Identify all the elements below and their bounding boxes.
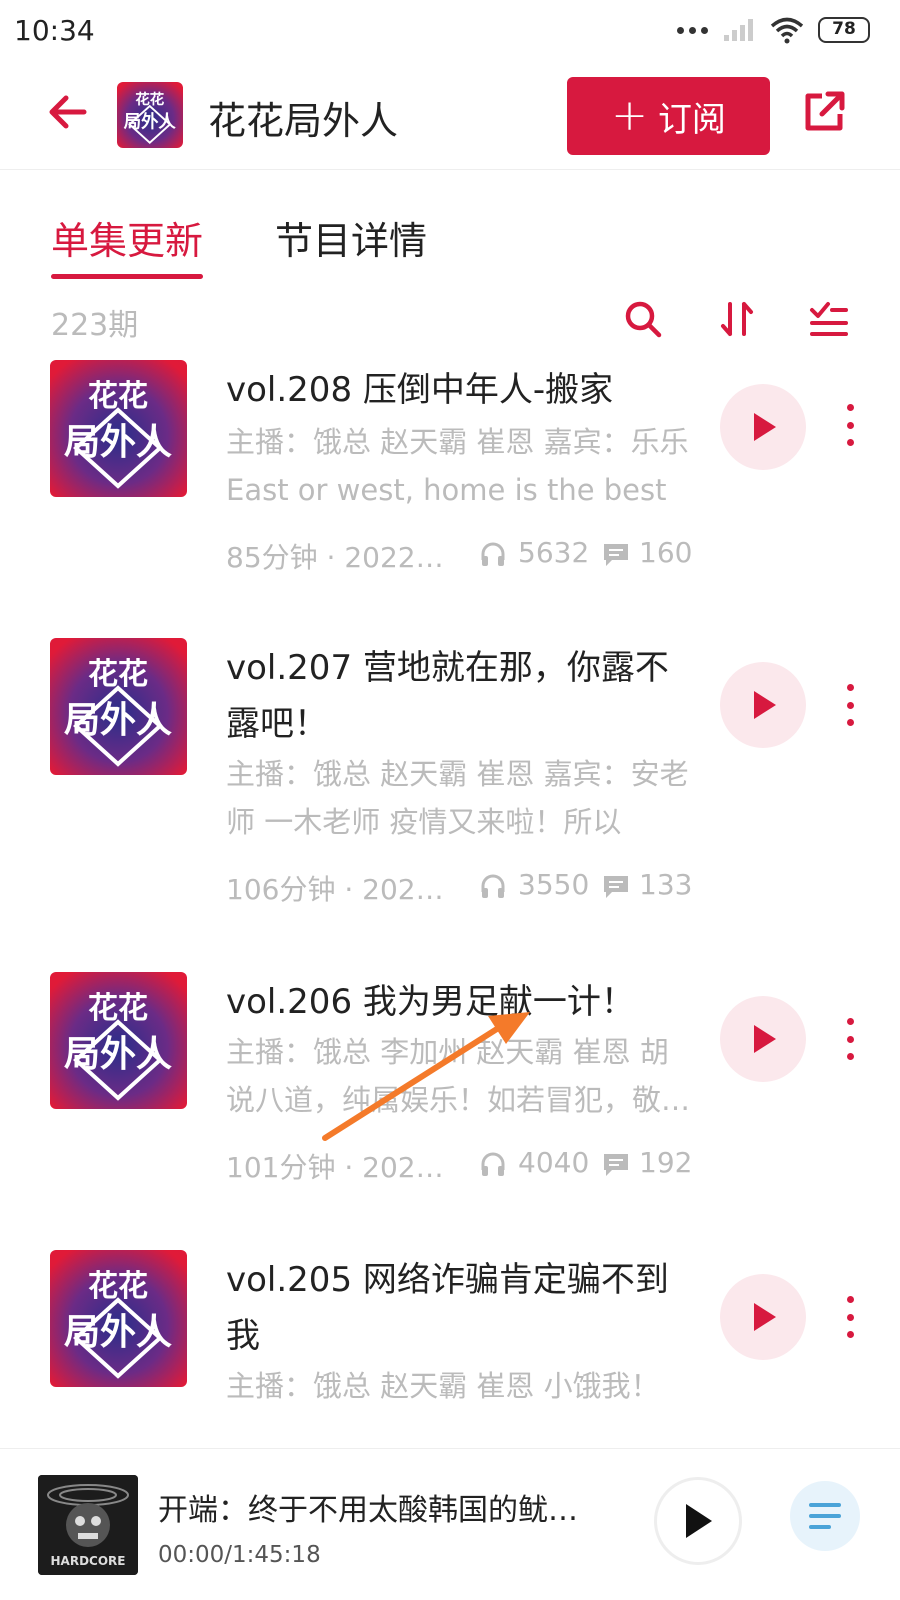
episode-comments: 133: [639, 868, 693, 901]
episode-title: vol.206 我为男足献一计！: [226, 982, 635, 1022]
signal-icon: [724, 19, 753, 41]
svg-text:花花: 花花: [88, 991, 148, 1026]
episode-title: vol.207 营地就在那，你露不露吧！: [226, 648, 669, 744]
header: 花花 局外人 花花局外人 + 订阅: [0, 62, 900, 170]
tab-bar: 单集更新 节目详情: [0, 200, 900, 280]
more-icon[interactable]: [838, 1292, 862, 1342]
podcast-logo: 花花 局外人: [117, 82, 183, 148]
podcast-logo: 花花 局外人: [50, 360, 187, 497]
wifi-icon: [770, 17, 804, 44]
episode-description: 主播：饿总 赵天霸 崔恩 嘉宾：乐乐 East or west, home is…: [226, 425, 689, 507]
episode-cover: 花花 局外人: [50, 1250, 187, 1387]
podcast-logo: 花花 局外人: [50, 1250, 187, 1387]
playlist-icon: [809, 1503, 841, 1529]
play-icon: [754, 1025, 776, 1053]
comment-icon: [604, 544, 628, 566]
episode-cover: 花花 局外人: [50, 638, 187, 775]
battery-indicator: 78: [818, 17, 870, 43]
svg-text:局外人: 局外人: [124, 111, 177, 132]
episode-duration: 85分钟 · 2022/...: [226, 541, 448, 574]
svg-text:局外人: 局外人: [64, 1034, 172, 1075]
comment-icon: [604, 876, 628, 898]
play-icon: [686, 1504, 712, 1538]
play-icon: [754, 413, 776, 441]
now-playing-title: 开端：终于不用太酸韩国的鱿鱼游戏了: [158, 1493, 598, 1528]
episode-duration: 106分钟 · 2022...: [226, 873, 448, 906]
headphones-icon: [481, 1152, 505, 1176]
subscribe-button[interactable]: + 订阅: [567, 77, 770, 155]
episode-meta: 101分钟 · 2022... 4040 192: [226, 1146, 696, 1186]
episode-meta: 106分钟 · 2022... 3550 133: [226, 868, 696, 908]
svg-text:花花: 花花: [135, 90, 164, 108]
playlist-button[interactable]: [790, 1481, 860, 1551]
play-icon: [754, 1303, 776, 1331]
mini-player[interactable]: HARDCORE 开端：终于不用太酸韩国的鱿鱼游戏了 00:00/1:45:18: [0, 1448, 900, 1600]
more-icon[interactable]: [838, 680, 862, 730]
mini-play-button[interactable]: [654, 1477, 742, 1565]
svg-text:局外人: 局外人: [64, 700, 172, 741]
episode-description: 主播：饿总 赵天霸 崔恩 小饿我！: [226, 1369, 660, 1403]
episode-plays: 4040: [518, 1146, 590, 1179]
episode-duration: 101分钟 · 2022...: [226, 1151, 448, 1184]
search-icon[interactable]: [622, 298, 664, 340]
episode-comments: 160: [639, 536, 693, 569]
podcast-logo: 花花 局外人: [50, 972, 187, 1109]
svg-text:局外人: 局外人: [64, 1312, 172, 1353]
episode-description: 主播：饿总 赵天霸 崔恩 嘉宾：安老师 一木老师 疫情又来啦！所以: [226, 757, 689, 839]
play-icon: [754, 691, 776, 719]
svg-text:HARDCORE: HARDCORE: [51, 1554, 126, 1568]
subscribe-label: 订阅: [657, 99, 726, 140]
multi-select-icon[interactable]: [808, 298, 850, 340]
tab-details[interactable]: 节目详情: [275, 210, 427, 265]
more-notifications-icon: [677, 26, 708, 34]
status-icons: 78: [677, 16, 870, 44]
episode-plays: 3550: [518, 868, 590, 901]
status-time: 10:34: [14, 14, 95, 47]
headphones-icon: [481, 874, 505, 898]
episode-count: 223期: [51, 308, 139, 343]
episode-cover: 花花 局外人: [50, 972, 187, 1109]
svg-text:花花: 花花: [88, 1269, 148, 1304]
podcast-cover: 花花 局外人: [117, 82, 183, 148]
episode-meta: 85分钟 · 2022/... 5632 160: [226, 536, 696, 576]
hardcore-logo: HARDCORE: [38, 1475, 138, 1575]
svg-text:花花: 花花: [88, 657, 148, 692]
status-bar: 10:34 78: [0, 0, 900, 62]
plus-icon: +: [611, 90, 648, 141]
episode-title: vol.208 压倒中年人-搬家: [226, 370, 614, 410]
share-icon[interactable]: [800, 88, 848, 136]
podcast-logo: 花花 局外人: [50, 638, 187, 775]
podcast-title: 花花局外人: [208, 99, 399, 143]
more-icon[interactable]: [838, 400, 862, 450]
tab-episodes[interactable]: 单集更新: [51, 210, 204, 279]
episode-comments: 192: [639, 1146, 693, 1179]
play-button[interactable]: [720, 662, 806, 748]
more-icon[interactable]: [838, 1014, 862, 1064]
episode-description: 主播：饿总 李加州 赵天霸 崔恩 胡说八道，纯属娱乐！如若冒犯，敬请谅解: [226, 1035, 691, 1117]
list-toolbar: 223期: [0, 298, 900, 348]
svg-text:局外人: 局外人: [64, 422, 172, 463]
play-button[interactable]: [720, 384, 806, 470]
back-arrow-icon[interactable]: [44, 88, 92, 136]
episode-title: vol.205 网络诈骗肯定骗不到我: [226, 1260, 669, 1356]
sort-icon[interactable]: [716, 298, 758, 340]
now-playing-time: 00:00/1:45:18: [158, 1542, 321, 1568]
now-playing-cover: HARDCORE: [38, 1475, 138, 1575]
svg-text:花花: 花花: [88, 379, 148, 414]
play-button[interactable]: [720, 1274, 806, 1360]
play-button[interactable]: [720, 996, 806, 1082]
episode-plays: 5632: [518, 536, 590, 569]
comment-icon: [604, 1154, 628, 1176]
episode-cover: 花花 局外人: [50, 360, 187, 497]
headphones-icon: [481, 542, 505, 566]
